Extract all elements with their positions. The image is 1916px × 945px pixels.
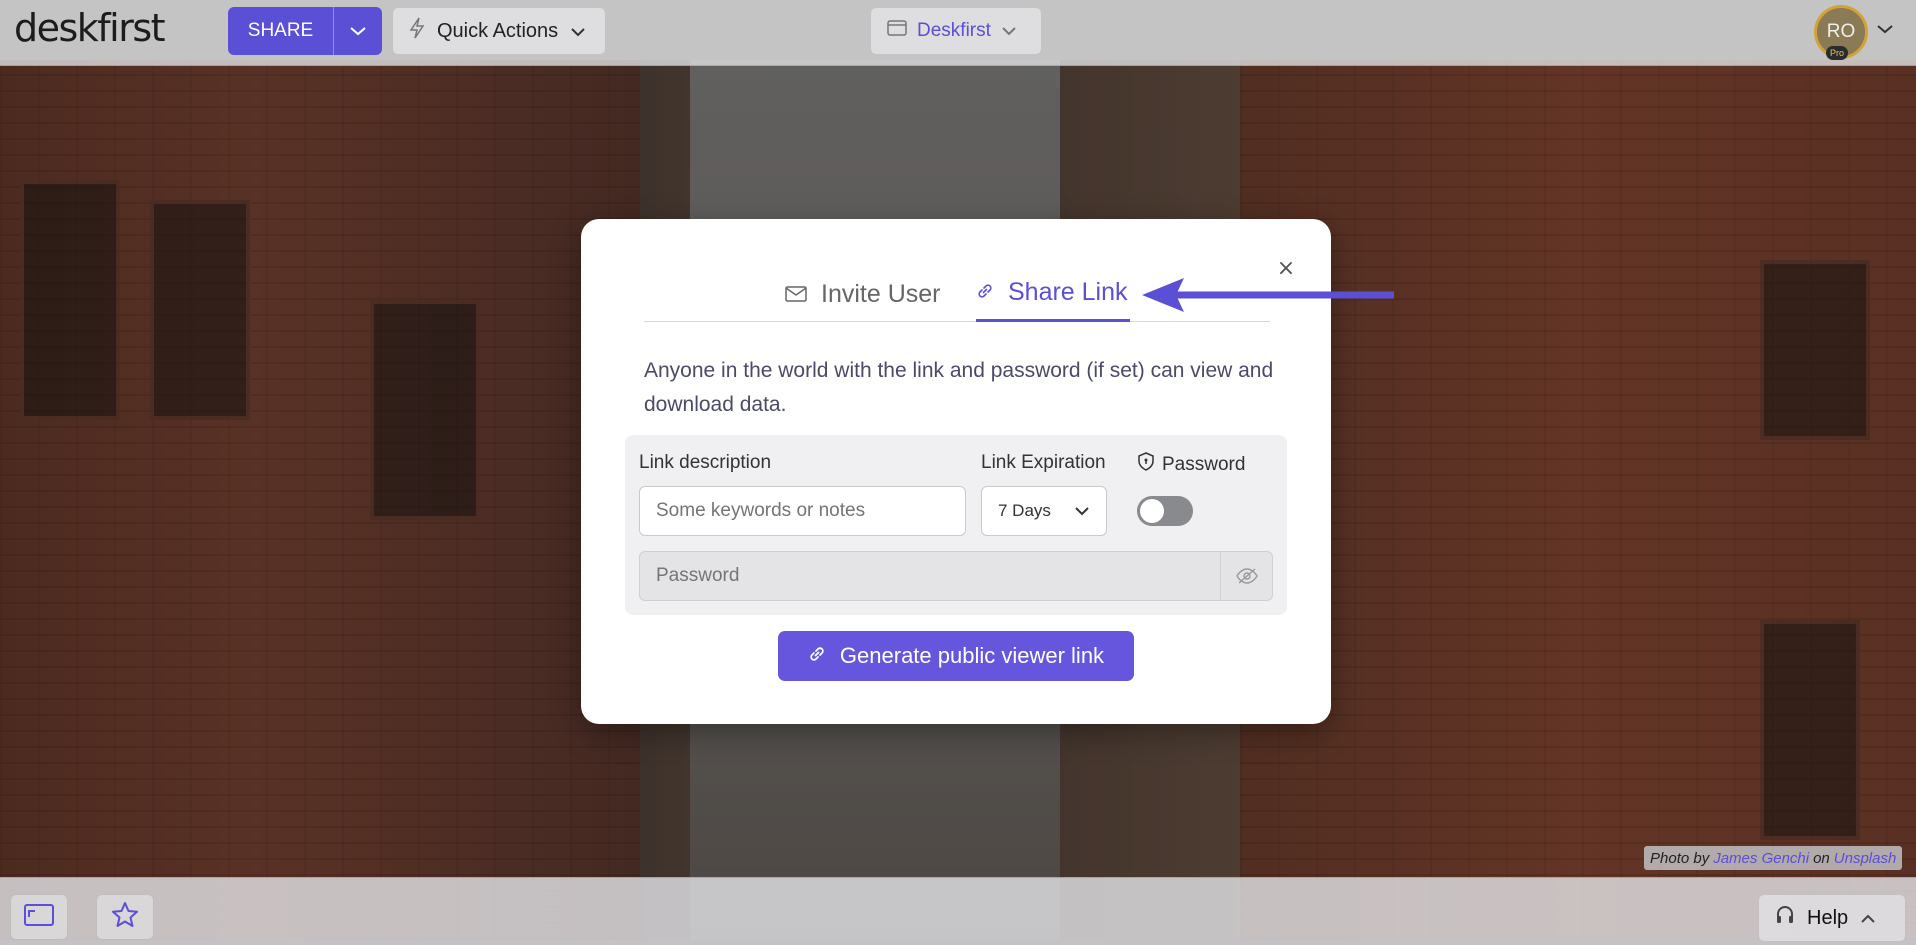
bottom-bar: Help xyxy=(0,877,1916,945)
link-expiration-select[interactable]: 7 Days xyxy=(981,486,1107,536)
link-description-input[interactable] xyxy=(639,486,966,536)
window-icon xyxy=(887,20,907,42)
top-bar: deskfirst SHARE Quick Actions Deskfirst … xyxy=(0,0,1916,66)
chevron-down-icon xyxy=(1074,501,1090,521)
quick-actions-label: Quick Actions xyxy=(437,19,559,42)
password-label: Password xyxy=(1162,453,1246,475)
password-label-row: Password xyxy=(1138,452,1245,477)
fullscreen-button[interactable] xyxy=(10,894,68,940)
credit-prefix: Photo by xyxy=(1650,849,1710,867)
pro-badge: Pro xyxy=(1826,46,1849,60)
generate-button-label: Generate public viewer link xyxy=(839,643,1105,668)
workspace-label: Deskfirst xyxy=(917,20,991,41)
password-toggle[interactable] xyxy=(1137,496,1193,526)
tab-share-link[interactable]: Share Link xyxy=(976,266,1130,322)
password-toggle-knob xyxy=(1140,499,1164,523)
password-input[interactable] xyxy=(640,552,1220,600)
app-logo: deskfirst xyxy=(14,6,166,50)
tab-share-link-label: Share Link xyxy=(1008,278,1128,306)
credit-author-link[interactable]: James Genchi xyxy=(1713,850,1809,867)
link-description-label: Link description xyxy=(639,452,772,473)
generate-public-link-button[interactable]: Generate public viewer link xyxy=(778,631,1134,681)
photo-credit: Photo by James Genchi on Unsplash xyxy=(1644,846,1903,870)
tab-invite-user[interactable]: Invite User xyxy=(785,266,940,322)
link-icon xyxy=(808,643,826,669)
lightning-icon xyxy=(409,17,425,45)
credit-site-link[interactable]: Unsplash xyxy=(1834,850,1897,867)
eye-slash-icon[interactable] xyxy=(1220,552,1272,600)
envelope-icon xyxy=(785,280,807,309)
share-button-label: SHARE xyxy=(228,7,334,55)
avatar-chevron-down-icon[interactable] xyxy=(1876,20,1894,39)
link-icon xyxy=(976,278,994,307)
share-dropdown-chevron-icon[interactable] xyxy=(334,7,382,55)
share-button[interactable]: SHARE xyxy=(228,7,382,55)
shield-icon xyxy=(1138,452,1154,477)
password-input-group xyxy=(639,551,1273,601)
link-expiration-label: Link Expiration xyxy=(981,452,1106,473)
headset-icon xyxy=(1775,904,1795,932)
help-button[interactable]: Help xyxy=(1758,894,1906,942)
tab-invite-user-label: Invite User xyxy=(821,279,941,308)
workspace-selector[interactable]: Deskfirst xyxy=(870,7,1042,55)
share-link-description: Anyone in the world with the link and pa… xyxy=(644,359,1274,416)
quick-actions-button[interactable]: Quick Actions xyxy=(392,7,606,55)
chevron-up-icon xyxy=(1860,907,1876,930)
star-icon xyxy=(111,901,139,933)
help-label: Help xyxy=(1807,906,1849,929)
annotation-arrow-icon xyxy=(1142,278,1394,312)
chevron-down-icon xyxy=(1001,20,1017,42)
link-expiration-value: 7 Days xyxy=(998,501,1051,520)
chevron-down-icon xyxy=(570,20,586,43)
fullscreen-icon xyxy=(24,904,54,930)
credit-middle: on xyxy=(1813,849,1830,867)
favorite-button[interactable] xyxy=(96,894,154,940)
